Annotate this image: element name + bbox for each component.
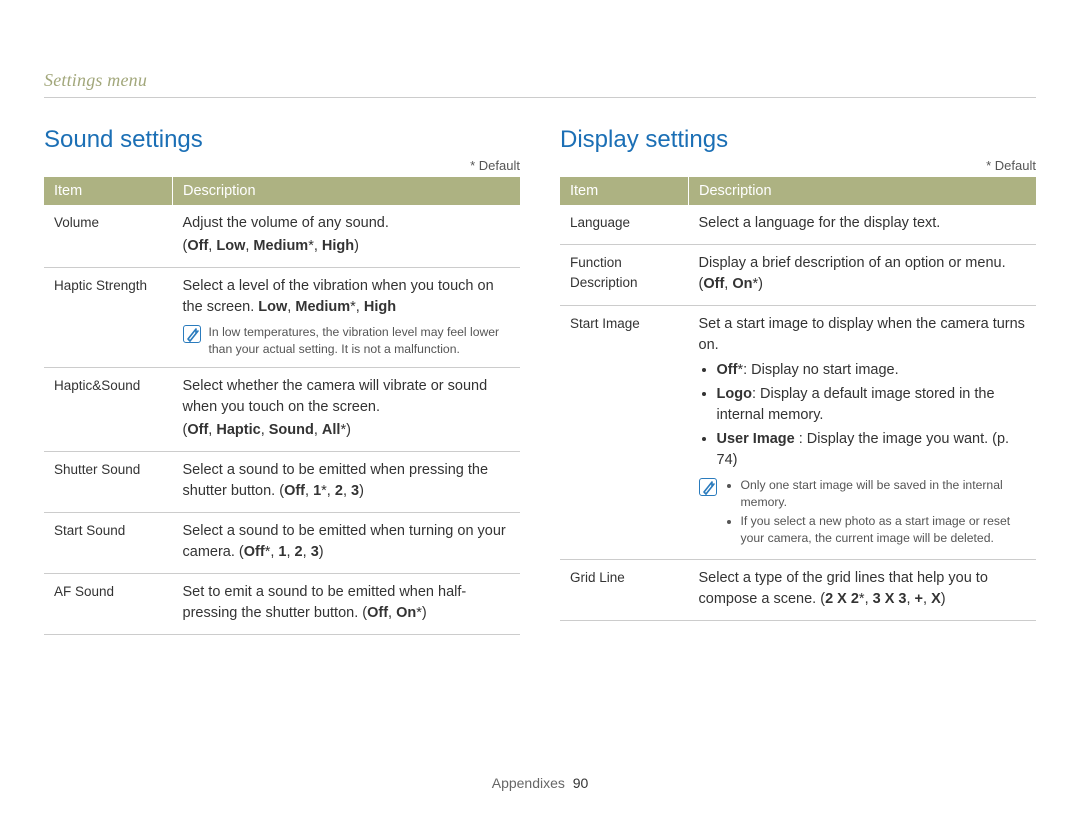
table-row: Volume Adjust the volume of any sound. (… [44,205,520,268]
table-row: Haptic Strength Select a level of the vi… [44,268,520,368]
col-header-item: Item [44,177,173,205]
col-header-description: Description [689,177,1036,205]
item-haptic-strength: Haptic Strength [44,268,173,368]
desc-text: Adjust the volume of any sound. [183,215,389,231]
desc-shutter-sound: Select a sound to be emitted when pressi… [173,452,520,513]
desc-grid-line: Select a type of the grid lines that hel… [689,560,1036,621]
note-text: In low temperatures, the vibration level… [209,324,510,357]
item-start-image: Start Image [560,306,689,560]
table-row: Language Select a language for the displ… [560,205,1036,245]
display-settings-title: Display settings [560,126,1036,154]
desc-text: Select whether the camera will vibrate o… [183,378,488,415]
default-note-left: * Default [44,158,520,173]
col-header-item: Item [560,177,689,205]
page-footer: Appendixes 90 [0,775,1080,791]
page-number: 90 [573,775,589,791]
desc-start-sound: Select a sound to be emitted when turnin… [173,513,520,574]
opts-haptic-sound: (Off, Haptic, Sound, All*) [183,420,510,441]
note-box: In low temperatures, the vibration level… [183,324,510,357]
columns-container: Sound settings * Default Item Descriptio… [44,126,1036,635]
table-header-row: Item Description [560,177,1036,205]
item-af-sound: AF Sound [44,574,173,635]
default-note-right: * Default [560,158,1036,173]
opts-volume: (Off, Low, Medium*, High) [183,236,510,257]
item-shutter-sound: Shutter Sound [44,452,173,513]
sound-settings-table: Item Description Volume Adjust the volum… [44,177,520,635]
desc-start-image: Set a start image to display when the ca… [689,306,1036,560]
table-row: AF Sound Set to emit a sound to be emitt… [44,574,520,635]
breadcrumb: Settings menu [44,70,1036,98]
item-language: Language [560,205,689,245]
table-row: Shutter Sound Select a sound to be emitt… [44,452,520,513]
item-start-sound: Start Sound [44,513,173,574]
list-item: User Image : Display the image you want.… [717,429,1026,471]
start-image-bullets: Off*: Display no start image. Logo: Displ… [699,360,1026,471]
display-settings-section: Display settings * Default Item Descript… [560,126,1036,635]
item-grid-line: Grid Line [560,560,689,621]
table-row: Function Description Display a brief des… [560,245,1036,306]
table-header-row: Item Description [44,177,520,205]
display-settings-table: Item Description Language Select a langu… [560,177,1036,621]
opts-haptic-strength: Low, Medium*, High [258,299,396,315]
item-function-description: Function Description [560,245,689,306]
list-item: If you select a new photo as a start ima… [741,513,1026,546]
desc-volume: Adjust the volume of any sound. (Off, Lo… [173,205,520,268]
item-volume: Volume [44,205,173,268]
table-row: Grid Line Select a type of the grid line… [560,560,1036,621]
desc-af-sound: Set to emit a sound to be emitted when h… [173,574,520,635]
note-icon [699,478,717,496]
desc-language: Select a language for the display text. [689,205,1036,245]
sound-settings-title: Sound settings [44,126,520,154]
note-icon [183,325,201,343]
desc-haptic-strength: Select a level of the vibration when you… [173,268,520,368]
list-item: Off*: Display no start image. [717,360,1026,381]
desc-text: Set a start image to display when the ca… [699,316,1025,353]
start-image-notes: Only one start image will be saved in th… [725,477,1026,549]
col-header-description: Description [173,177,520,205]
desc-haptic-sound: Select whether the camera will vibrate o… [173,368,520,452]
list-item: Logo: Display a default image stored in … [717,384,1026,426]
table-row: Start Image Set a start image to display… [560,306,1036,560]
sound-settings-section: Sound settings * Default Item Descriptio… [44,126,520,635]
list-item: Only one start image will be saved in th… [741,477,1026,510]
footer-label: Appendixes [492,775,565,791]
desc-function-description: Display a brief description of an option… [689,245,1036,306]
page: Settings menu Sound settings * Default I… [0,0,1080,815]
item-haptic-sound: Haptic&Sound [44,368,173,452]
table-row: Start Sound Select a sound to be emitted… [44,513,520,574]
table-row: Haptic&Sound Select whether the camera w… [44,368,520,452]
note-box: Only one start image will be saved in th… [699,477,1026,549]
